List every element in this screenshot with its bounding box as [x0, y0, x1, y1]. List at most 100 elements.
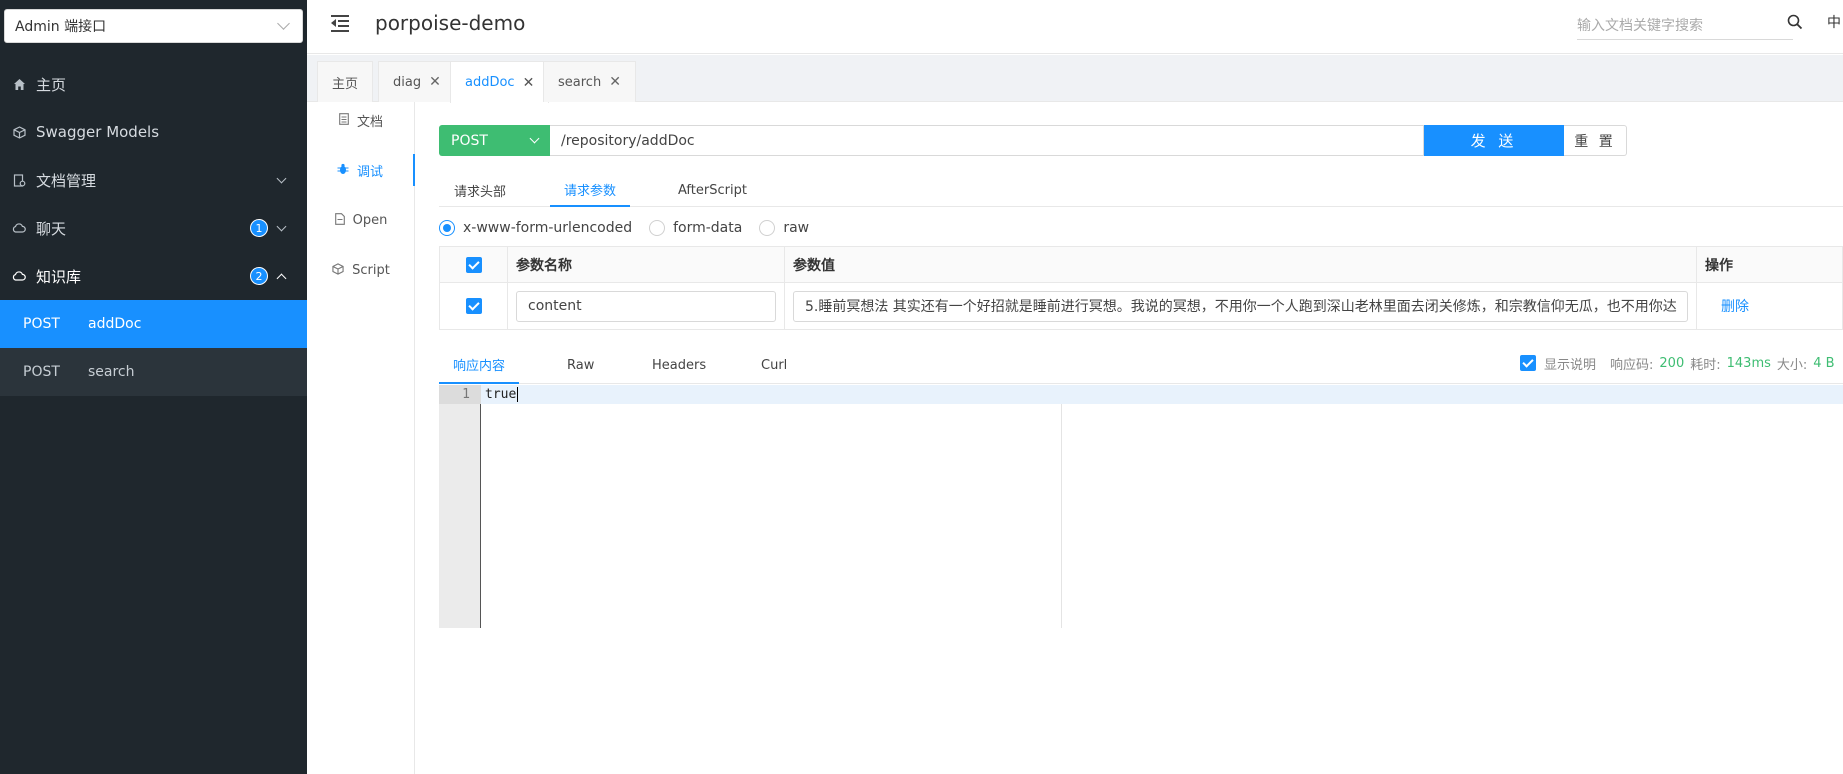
page-title: porpoise-demo: [375, 11, 526, 35]
group-select[interactable]: Admin 端接口: [4, 9, 303, 43]
search-placeholder: 输入文档关键字搜索: [1577, 17, 1703, 34]
subnav-label: Script: [352, 262, 390, 278]
tab-adddoc[interactable]: addDoc ✕: [450, 61, 550, 103]
tab-headers[interactable]: Headers: [652, 347, 706, 384]
param-name-cell: content: [508, 283, 785, 329]
subnav-label: Open: [352, 212, 388, 228]
subnav-script[interactable]: Script: [307, 254, 415, 286]
sidebar-api-item[interactable]: POST addDoc: [0, 300, 307, 348]
line-number: 1: [439, 385, 481, 404]
tab-label: diag: [393, 74, 422, 90]
radio-dot[interactable]: [649, 220, 666, 236]
radio-label: raw: [783, 220, 810, 236]
radio-dot[interactable]: [439, 220, 455, 236]
reset-button[interactable]: 重 置: [1564, 125, 1627, 156]
chevron-down-icon: [529, 133, 540, 144]
sidebar-menu: 主页 Swagger Models 文档管理 聊天 1 知识库 2 POST a…: [0, 60, 307, 396]
tab-raw[interactable]: Raw: [567, 347, 594, 384]
select-all-checkbox[interactable]: [465, 256, 482, 273]
subnav-label: 调试: [356, 164, 383, 180]
status-code: 200: [1659, 355, 1685, 371]
sidebar-submenu: POST addDoc POST search: [0, 300, 307, 396]
tab-curl[interactable]: Curl: [761, 347, 787, 384]
column-header: 参数名称: [508, 247, 785, 282]
tab-diag[interactable]: diag ✕: [378, 61, 456, 102]
subnav-doc[interactable]: 文档: [307, 104, 415, 136]
subnav-debug[interactable]: 调试: [307, 154, 415, 186]
radio-dot[interactable]: [759, 220, 776, 236]
tab-request-headers[interactable]: 请求头部: [454, 173, 506, 207]
radio-form-data[interactable]: form-data: [649, 220, 742, 236]
response-size: 4 B: [1813, 355, 1835, 371]
sidebar-api-item[interactable]: POST search: [0, 348, 307, 396]
chevron-up-icon: [276, 273, 287, 283]
response-time: 143ms: [1726, 355, 1771, 371]
tab-search[interactable]: search ✕: [543, 61, 636, 102]
radio-label: x-www-form-urlencoded: [463, 220, 633, 236]
count-badge: 2: [250, 267, 268, 285]
top-header: porpoise-demo 输入文档关键字搜索 中: [307, 0, 1843, 54]
request-url-bar: POST /repository/addDoc 发 送 重 置: [439, 125, 1627, 156]
row-checkbox[interactable]: [465, 298, 482, 314]
api-method: POST: [23, 316, 60, 332]
home-icon: [12, 77, 26, 91]
param-value-input[interactable]: 5.睡前冥想法 其实还有一个好招就是睡前进行冥想。我说的冥想，不用你一个人跑到深…: [793, 290, 1688, 322]
tab-request-params[interactable]: 请求参数: [550, 173, 630, 207]
chevron-down-icon: [276, 173, 287, 183]
subnav-open[interactable]: Open: [307, 204, 415, 236]
api-name: search: [88, 364, 135, 380]
action-cell: 删除: [1697, 283, 1842, 329]
tab-afterscript[interactable]: AfterScript: [678, 173, 747, 207]
sidebar-item-label: Swagger Models: [36, 123, 160, 141]
content-type-group: x-www-form-urlencoded form-data raw: [439, 218, 826, 238]
time-label: 耗时:: [1690, 357, 1721, 373]
tab-label: 主页: [332, 76, 359, 92]
menu-fold-icon[interactable]: [331, 14, 351, 32]
tab-response-content[interactable]: 响应内容: [439, 347, 519, 384]
sidebar: Admin 端接口 主页 Swagger Models 文档管理 聊天 1 知识…: [0, 0, 307, 774]
sidebar-item-chat[interactable]: 聊天 1: [0, 204, 307, 252]
radio-raw[interactable]: raw: [759, 220, 809, 236]
sidebar-item-label: 主页: [36, 75, 67, 94]
radio-urlencoded[interactable]: x-www-form-urlencoded: [439, 220, 632, 236]
param-table: 参数名称 参数值 操作 content 5.睡前冥想法 其实还有一个好招就是睡前…: [439, 246, 1843, 330]
api-method: POST: [23, 364, 60, 380]
close-icon[interactable]: ✕: [429, 74, 441, 90]
count-badge: 1: [250, 219, 268, 237]
subnav-label: 文档: [356, 114, 383, 130]
close-icon[interactable]: ✕: [523, 75, 535, 91]
code-text: true: [485, 387, 517, 402]
tab-label: search: [558, 74, 602, 90]
sidebar-item-home[interactable]: 主页: [0, 60, 307, 108]
sidebar-item-label: 知识库: [36, 267, 82, 286]
show-desc-checkbox[interactable]: [1520, 355, 1536, 371]
file-icon: [334, 212, 345, 228]
select-all-cell: [440, 247, 508, 282]
response-editor[interactable]: 1 true: [439, 385, 1843, 628]
table-header-row: 参数名称 参数值 操作: [440, 247, 1842, 283]
url-input[interactable]: /repository/addDoc: [550, 125, 1424, 156]
code-line[interactable]: true: [481, 385, 1843, 404]
column-header: 操作: [1705, 257, 1733, 274]
delete-link[interactable]: 删除: [1721, 296, 1749, 316]
language-switch[interactable]: 中: [1827, 12, 1841, 32]
cloud-icon: [12, 269, 26, 283]
size-label: 大小:: [1776, 357, 1808, 373]
sidebar-item-doc-manage[interactable]: 文档管理: [0, 156, 307, 204]
sidebar-item-knowledge-base[interactable]: 知识库 2: [0, 252, 307, 300]
search-input[interactable]: 输入文档关键字搜索: [1577, 10, 1793, 40]
param-name-input[interactable]: content: [516, 290, 776, 322]
column-header: 参数值: [785, 247, 1697, 282]
search-icon[interactable]: [1787, 14, 1805, 32]
editor-gutter: [439, 385, 481, 628]
method-select[interactable]: POST: [439, 125, 550, 156]
chevron-down-icon: [276, 221, 287, 231]
send-button[interactable]: 发 送: [1424, 125, 1564, 156]
method-value: POST: [451, 132, 488, 149]
tab-home[interactable]: 主页: [317, 61, 374, 102]
response-info: 显示说明 响应码: 200 耗时: 143ms 大小: 4 B: [1520, 353, 1841, 373]
sidebar-item-swagger-models[interactable]: Swagger Models: [0, 108, 307, 156]
page-tabs: 主页 diag ✕ addDoc ✕ search ✕: [307, 55, 1843, 103]
tab-label: addDoc: [465, 75, 515, 90]
close-icon[interactable]: ✕: [609, 74, 621, 90]
